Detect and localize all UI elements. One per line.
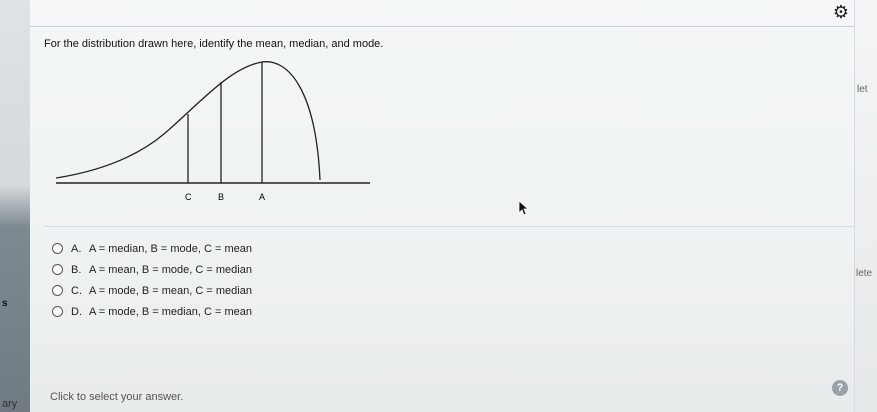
left-edge-mark: s [2, 298, 8, 309]
option-text: A = median, B = mode, C = mean [89, 242, 252, 255]
right-edge-fragment: lete [856, 268, 873, 279]
option-letter: C. [71, 284, 82, 297]
label-c: C [185, 192, 192, 202]
right-edge-fragment: let [857, 84, 868, 95]
question-panel: ⚙ For the distribution drawn here, ident… [30, 0, 854, 412]
label-b: B [218, 192, 224, 202]
option-c[interactable]: C. A = mode, B = mean, C = median [52, 280, 252, 301]
option-a[interactable]: A. A = median, B = mode, C = mean [52, 238, 252, 259]
option-b[interactable]: B. A = mean, B = mode, C = median [52, 259, 252, 280]
help-icon[interactable]: ? [832, 380, 848, 396]
label-a: A [259, 192, 265, 202]
question-text: For the distribution drawn here, identif… [44, 38, 384, 50]
option-text: A = mean, B = mode, C = median [89, 263, 252, 276]
radio-b[interactable] [52, 264, 63, 275]
option-d[interactable]: D. A = mode, B = median, C = mean [52, 301, 252, 322]
answer-options: A. A = median, B = mode, C = mean B. A =… [52, 238, 252, 322]
radio-c[interactable] [52, 285, 63, 296]
divider [44, 226, 854, 227]
left-edge-label: ary [2, 398, 18, 410]
option-letter: D. [71, 305, 82, 318]
option-letter: A. [71, 242, 82, 255]
gear-icon[interactable]: ⚙ [831, 2, 851, 22]
radio-d[interactable] [52, 306, 63, 317]
right-window-edge: let lete [854, 0, 877, 412]
distribution-graph: C B A [55, 61, 370, 202]
radio-a[interactable] [52, 243, 63, 254]
option-letter: B. [71, 263, 82, 276]
option-text: A = mode, B = mean, C = median [89, 284, 252, 297]
status-text: Click to select your answer. [50, 391, 184, 403]
top-bar: ⚙ [30, 0, 854, 27]
cursor-arrow-icon [518, 200, 530, 216]
left-window-edge: s ary [0, 0, 30, 412]
option-text: A = mode, B = median, C = mean [89, 305, 252, 318]
